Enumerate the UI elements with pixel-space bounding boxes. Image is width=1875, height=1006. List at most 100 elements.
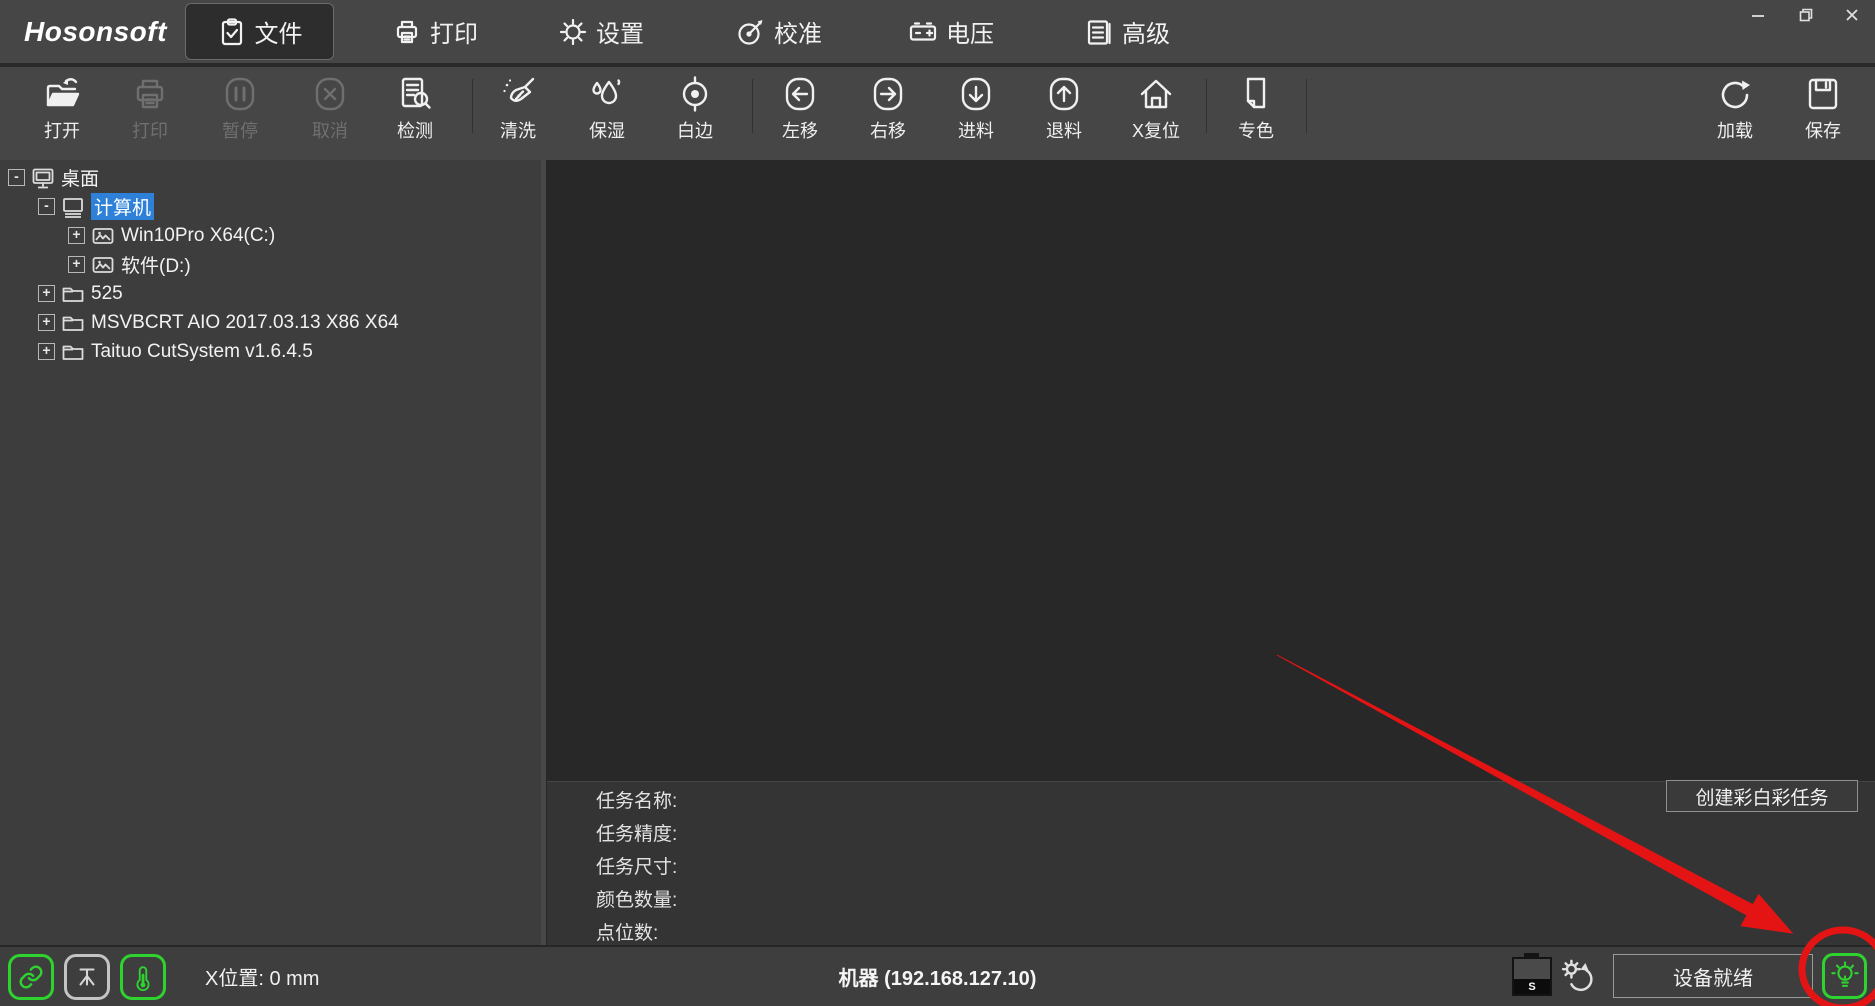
water-drops-icon	[587, 74, 627, 114]
toolbar-button-retract[interactable]: 退料	[1020, 74, 1108, 143]
arrow-left-icon	[780, 74, 820, 114]
hosonsoft-window: Hosonsoft 文件 打印 设置 校准	[0, 0, 1875, 1006]
tree-scrollbar[interactable]	[541, 160, 546, 945]
tree-toggle[interactable]: +	[68, 256, 85, 273]
tree-toggle[interactable]: +	[38, 343, 55, 360]
open-folder-icon	[42, 74, 82, 114]
tree-item-folder-msvbcrt[interactable]: + MSVBCRT AIO 2017.03.13 X86 X64	[0, 308, 538, 337]
tree-toggle[interactable]: +	[38, 285, 55, 302]
tab-file[interactable]: 文件	[185, 3, 334, 60]
toolbar-button-x-reset[interactable]: X复位	[1112, 74, 1200, 143]
task-name-label: 任务名称:	[596, 784, 677, 815]
tree-item-drive-c[interactable]: + Win10Pro X64(C:)	[0, 221, 538, 250]
create-color-white-color-task-button[interactable]: 创建彩白彩任务	[1666, 780, 1858, 812]
target-circle-icon	[675, 74, 715, 114]
tab-settings[interactable]: 设置	[558, 0, 644, 63]
toolbar-button-label: 专色	[1212, 117, 1300, 143]
dot-count-label: 点位数:	[596, 916, 658, 947]
tab-advanced[interactable]: 高级	[1084, 0, 1170, 63]
close-button[interactable]	[1836, 2, 1868, 28]
toolbar-button-load[interactable]: 加载	[1691, 74, 1779, 143]
toolbar-separator	[1306, 79, 1307, 133]
toolbar-button-move-right[interactable]: 右移	[844, 74, 932, 143]
tab-voltage[interactable]: 电压	[908, 0, 994, 63]
task-precision-label: 任务精度:	[596, 817, 677, 848]
tree-toggle[interactable]: +	[38, 314, 55, 331]
page-fold-icon	[1236, 74, 1276, 114]
sync-gear-icon[interactable]	[1558, 958, 1596, 996]
tab-label: 高级	[1122, 14, 1170, 49]
drive-icon	[91, 224, 115, 248]
toolbar-button-open[interactable]: 打开	[18, 74, 106, 143]
preview-canvas[interactable]	[547, 160, 1875, 781]
tree-item-label: 软件(D:)	[121, 251, 191, 278]
toolbar-button-feed[interactable]: 进料	[932, 74, 1020, 143]
tree-item-folder-525[interactable]: + 525	[0, 279, 538, 308]
toolbar-separator	[1206, 79, 1207, 133]
list-document-icon	[1084, 17, 1114, 47]
battery-icon	[908, 17, 938, 47]
toolbar-button-moisturize[interactable]: 保湿	[563, 74, 651, 143]
tree-item-desktop[interactable]: - 桌面	[0, 163, 538, 192]
tree-item-drive-d[interactable]: + 软件(D:)	[0, 250, 538, 279]
toolbar-button-label: 白边	[651, 117, 739, 143]
battery-label: S	[1514, 979, 1550, 994]
tree-toggle[interactable]: -	[38, 198, 55, 215]
tree-item-label: Win10Pro X64(C:)	[121, 225, 275, 247]
toolbar-button-label: 退料	[1020, 117, 1108, 143]
cancel-x-icon	[310, 74, 350, 114]
toolbar-button-pause[interactable]: 暂停	[196, 74, 284, 143]
status-bar: X位置: 0 mm 机器 (192.168.127.10) S 设备就绪	[0, 945, 1875, 1006]
toolbar-button-label: 保存	[1779, 117, 1867, 143]
tree-item-label: 桌面	[61, 164, 99, 191]
tree-toggle[interactable]: -	[8, 169, 25, 186]
toolbar-button-label: 打开	[18, 117, 106, 143]
toolbar-button-label: 清洗	[474, 117, 562, 143]
printer-icon	[392, 17, 422, 47]
task-info-panel: 任务名称: 任务精度: 任务尺寸: 颜色数量: 点位数: 创建彩白彩任务	[547, 781, 1875, 946]
tab-calibration[interactable]: 校准	[736, 0, 822, 63]
tree-item-computer[interactable]: - 计算机	[0, 192, 538, 221]
toolbar-button-white-edge[interactable]: 白边	[651, 74, 739, 143]
toolbar: 打开 打印 暂停 取消 检测 清洗 保湿 白边	[0, 67, 1875, 160]
light-toggle-button[interactable]	[1822, 953, 1867, 999]
toolbar-button-label: 打印	[106, 117, 194, 143]
toolbar-button-move-left[interactable]: 左移	[756, 74, 844, 143]
gear-icon	[558, 17, 588, 47]
toolbar-button-print[interactable]: 打印	[106, 74, 194, 143]
tree-toggle[interactable]: +	[68, 227, 85, 244]
home-icon	[1136, 74, 1176, 114]
toolbar-button-spot-color[interactable]: 专色	[1212, 74, 1300, 143]
folder-icon	[61, 340, 85, 364]
app-logo: Hosonsoft	[24, 0, 167, 63]
toolbar-button-label: 左移	[756, 117, 844, 143]
clipboard-check-icon	[217, 17, 247, 47]
restore-button[interactable]	[1790, 2, 1822, 28]
tab-label: 设置	[596, 14, 644, 49]
tree-item-folder-taituo[interactable]: + Taituo CutSystem v1.6.4.5	[0, 337, 538, 366]
toolbar-button-save[interactable]: 保存	[1779, 74, 1867, 143]
folder-icon	[61, 282, 85, 306]
toolbar-button-label: 右移	[844, 117, 932, 143]
toolbar-button-label: 暂停	[196, 117, 284, 143]
minimize-button[interactable]	[1742, 2, 1774, 28]
file-tree-panel: - 桌面 - 计算机 + Win10Pro X64(C:) + 软件(D:) +…	[0, 160, 546, 945]
toolbar-button-cancel[interactable]: 取消	[286, 74, 374, 143]
pause-icon	[220, 74, 260, 114]
detect-document-icon	[395, 74, 435, 114]
menu-bar: Hosonsoft 文件 打印 设置 校准	[0, 0, 1875, 67]
bulb-icon	[1829, 960, 1861, 992]
tab-label: 打印	[430, 14, 478, 49]
tab-label: 文件	[255, 14, 303, 49]
toolbar-button-detect[interactable]: 检测	[371, 74, 459, 143]
tab-label: 电压	[946, 14, 994, 49]
toolbar-button-clean[interactable]: 清洗	[474, 74, 562, 143]
tab-print[interactable]: 打印	[392, 0, 478, 63]
printer-icon	[130, 74, 170, 114]
task-size-label: 任务尺寸:	[596, 850, 677, 881]
arrow-down-icon	[956, 74, 996, 114]
tree-item-label: MSVBCRT AIO 2017.03.13 X86 X64	[91, 312, 399, 334]
device-status-box: 设备就绪	[1613, 954, 1813, 998]
tab-label: 校准	[774, 14, 822, 49]
arrow-up-icon	[1044, 74, 1084, 114]
